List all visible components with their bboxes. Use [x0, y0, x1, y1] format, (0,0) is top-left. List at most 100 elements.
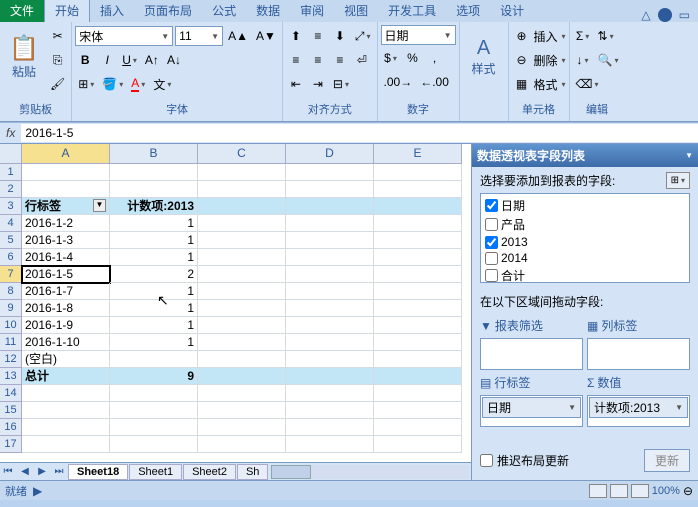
- field-checkbox[interactable]: [485, 218, 498, 231]
- cell[interactable]: [110, 181, 198, 198]
- cell[interactable]: [22, 436, 110, 453]
- cell[interactable]: [198, 334, 286, 351]
- cell[interactable]: [374, 198, 462, 215]
- minimize-ribbon-icon[interactable]: △: [637, 8, 654, 22]
- field-checkbox[interactable]: [485, 269, 498, 282]
- clear-button[interactable]: ⌫▾: [573, 73, 602, 95]
- orientation-button[interactable]: ⤢▾: [352, 25, 374, 47]
- bold-button[interactable]: B: [75, 49, 95, 71]
- row-header[interactable]: 9: [0, 300, 22, 317]
- border-button[interactable]: ⊞▾: [75, 73, 97, 95]
- cell[interactable]: [374, 283, 462, 300]
- cell[interactable]: 计数项:2013: [110, 198, 198, 215]
- align-bottom-button[interactable]: ⬇: [330, 25, 350, 47]
- row-header[interactable]: 16: [0, 419, 22, 436]
- decrease-font-button[interactable]: A▼: [253, 25, 279, 47]
- cell[interactable]: [374, 419, 462, 436]
- row-header[interactable]: 8: [0, 283, 22, 300]
- font-color-button[interactable]: A▾: [128, 73, 148, 95]
- tab-data[interactable]: 数据: [246, 0, 290, 22]
- cell[interactable]: [198, 232, 286, 249]
- currency-button[interactable]: $▾: [381, 47, 401, 69]
- cell[interactable]: [286, 215, 374, 232]
- cell[interactable]: [198, 215, 286, 232]
- cell[interactable]: 行标签▼: [22, 198, 110, 215]
- cell[interactable]: [198, 402, 286, 419]
- find-button[interactable]: 🔍▾: [595, 49, 622, 71]
- cell[interactable]: [198, 419, 286, 436]
- first-sheet-button[interactable]: ⏮: [0, 466, 16, 477]
- cell[interactable]: [286, 181, 374, 198]
- row-header[interactable]: 12: [0, 351, 22, 368]
- align-top-button[interactable]: ⬆: [286, 25, 306, 47]
- columns-zone[interactable]: [587, 338, 690, 370]
- col-header-E[interactable]: E: [374, 144, 462, 164]
- merge-button[interactable]: ⊟▾: [330, 73, 352, 95]
- font-size-select[interactable]: ▼: [175, 26, 223, 46]
- page-break-view-button[interactable]: [631, 484, 649, 498]
- window-options-icon[interactable]: ▭: [675, 8, 694, 22]
- rows-zone[interactable]: 日期▼: [480, 395, 583, 427]
- cell[interactable]: [198, 300, 286, 317]
- comma-button[interactable]: ,: [425, 47, 445, 69]
- cell[interactable]: 总计: [22, 368, 110, 385]
- cell[interactable]: 2016-1-5: [22, 266, 110, 283]
- row-header[interactable]: 17: [0, 436, 22, 453]
- col-header-D[interactable]: D: [286, 144, 374, 164]
- update-button[interactable]: 更新: [644, 449, 690, 472]
- cell[interactable]: [110, 351, 198, 368]
- cell[interactable]: [286, 351, 374, 368]
- align-middle-button[interactable]: ≡: [308, 25, 328, 47]
- format-painter-button[interactable]: 🖌: [47, 73, 68, 95]
- autosum-button[interactable]: Σ▾: [573, 25, 593, 47]
- page-layout-view-button[interactable]: [610, 484, 628, 498]
- cell[interactable]: [286, 402, 374, 419]
- styles-button[interactable]: A 样式: [463, 25, 505, 89]
- italic-button[interactable]: I: [97, 49, 117, 71]
- cell[interactable]: [198, 266, 286, 283]
- cell[interactable]: [374, 351, 462, 368]
- cell[interactable]: [110, 436, 198, 453]
- cell[interactable]: [374, 317, 462, 334]
- increase-decimal-button[interactable]: .00→: [381, 71, 416, 93]
- cell[interactable]: [374, 249, 462, 266]
- cell[interactable]: 1: [110, 317, 198, 334]
- row-zone-item[interactable]: 日期▼: [482, 397, 581, 418]
- align-left-button[interactable]: ≡: [286, 49, 306, 71]
- row-header[interactable]: 3: [0, 198, 22, 215]
- macro-record-icon[interactable]: ▶: [33, 484, 42, 498]
- fill-button[interactable]: ↓▾: [573, 49, 593, 71]
- increase-font-button[interactable]: A▲: [225, 25, 251, 47]
- decrease-indent-button[interactable]: ⇤: [286, 73, 306, 95]
- defer-update-checkbox[interactable]: [480, 454, 493, 467]
- cell[interactable]: [286, 385, 374, 402]
- cell[interactable]: [286, 249, 374, 266]
- decrease-decimal-button[interactable]: ←.00: [417, 71, 452, 93]
- cell[interactable]: [22, 402, 110, 419]
- cell[interactable]: [22, 181, 110, 198]
- row-header[interactable]: 5: [0, 232, 22, 249]
- phonetic-button[interactable]: 文▾: [150, 73, 174, 95]
- cell[interactable]: [110, 164, 198, 181]
- cell[interactable]: [286, 164, 374, 181]
- cell[interactable]: 1: [110, 283, 198, 300]
- next-sheet-button[interactable]: ▶: [34, 466, 50, 477]
- prev-sheet-button[interactable]: ◀: [17, 466, 33, 477]
- percent-button[interactable]: %: [403, 47, 423, 69]
- row-header[interactable]: 4: [0, 215, 22, 232]
- cell[interactable]: [286, 300, 374, 317]
- row-header[interactable]: 11: [0, 334, 22, 351]
- row-header[interactable]: 1: [0, 164, 22, 181]
- cell[interactable]: [198, 368, 286, 385]
- tab-design[interactable]: 设计: [490, 0, 534, 22]
- cell[interactable]: [198, 249, 286, 266]
- cell[interactable]: [286, 419, 374, 436]
- cell[interactable]: 2016-1-4: [22, 249, 110, 266]
- cell[interactable]: [198, 436, 286, 453]
- cell[interactable]: [286, 317, 374, 334]
- wrap-text-button[interactable]: ⏎: [352, 49, 372, 71]
- cell[interactable]: [374, 334, 462, 351]
- decrease-font-alt-button[interactable]: A↓: [164, 49, 184, 71]
- cell[interactable]: 1: [110, 215, 198, 232]
- row-header[interactable]: 13: [0, 368, 22, 385]
